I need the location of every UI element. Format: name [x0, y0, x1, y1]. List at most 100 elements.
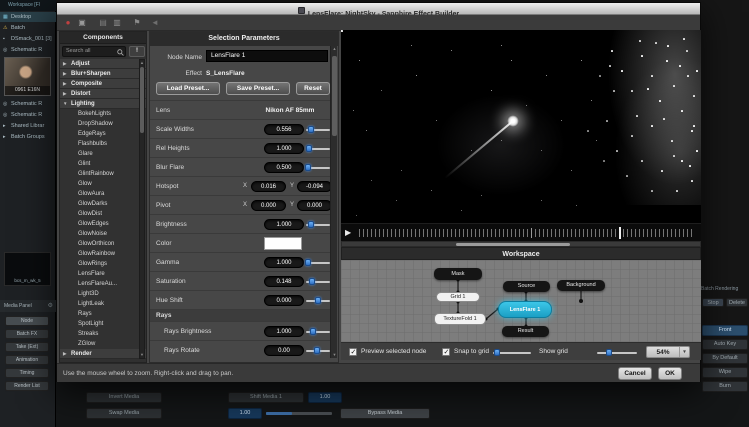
parameters-scrollbar[interactable]: ▲ ▼: [330, 46, 337, 358]
component-item[interactable]: ZGlow: [60, 339, 146, 349]
scroll-down-icon[interactable]: ▼: [140, 352, 144, 358]
clip-thumbnail[interactable]: 0961 E16N: [4, 57, 51, 96]
scale-widths-slider[interactable]: [306, 126, 330, 133]
component-item[interactable]: GlowEdges: [60, 219, 146, 229]
component-item[interactable]: GlowRainbow: [60, 249, 146, 259]
bypass-media-button[interactable]: Bypass Media: [340, 408, 430, 419]
gamma-slider[interactable]: [306, 259, 330, 266]
scale-widths-value[interactable]: 0.556: [264, 124, 304, 135]
swap-media-value[interactable]: 1.00: [228, 408, 262, 419]
zoom-level-dropdown[interactable]: 54%▾: [646, 346, 690, 358]
saturation-slider[interactable]: [306, 278, 330, 285]
gamma-value[interactable]: 1.000: [264, 257, 304, 268]
component-item[interactable]: GlowAura: [60, 189, 146, 199]
component-item[interactable]: BokehLights: [60, 109, 146, 119]
component-item[interactable]: GlowNoise: [60, 229, 146, 239]
component-item[interactable]: EdgeRays: [60, 129, 146, 139]
node-background[interactable]: Background: [557, 280, 605, 291]
component-item[interactable]: Light3D: [60, 289, 146, 299]
open-icon[interactable]: ▤: [97, 15, 109, 31]
category-composite[interactable]: ▶Composite: [60, 79, 146, 89]
category-distort[interactable]: ▶Distort: [60, 89, 146, 99]
timeline-ticks[interactable]: [359, 229, 693, 237]
media-panel-renderlist-button[interactable]: Render List: [5, 381, 49, 391]
scrollbar-thumb[interactable]: [332, 56, 337, 136]
scrollbar-thumb[interactable]: [456, 243, 570, 246]
zoom-slider[interactable]: [597, 349, 637, 356]
rel-heights-value[interactable]: 1.000: [264, 143, 304, 154]
media-panel-batchfx-button[interactable]: Batch FX: [5, 329, 49, 339]
component-item[interactable]: SpotLight: [60, 319, 146, 329]
snap-to-grid-checkbox[interactable]: [442, 348, 450, 356]
media-panel-timing-button[interactable]: Timing: [5, 368, 49, 378]
shift-media-value[interactable]: 1.00: [308, 392, 342, 403]
category-render[interactable]: ▶Render: [60, 349, 146, 359]
node-name-input[interactable]: LensFlare 1: [206, 50, 328, 62]
blur-flare-value[interactable]: 0.500: [264, 162, 304, 173]
brightness-value[interactable]: 1.000: [264, 219, 304, 230]
burn-button[interactable]: Burn: [702, 381, 748, 392]
rays-section-header[interactable]: Rays: [150, 309, 332, 321]
scrollbar-thumb[interactable]: [140, 67, 144, 133]
media-panel-node-button[interactable]: Node: [5, 316, 49, 326]
tree-item[interactable]: ▪DSmack_001 [3]: [0, 34, 56, 44]
workspace-node-canvas[interactable]: Mask Grid 1 TextureFold 1 Source Backgro…: [341, 260, 701, 342]
delete-button[interactable]: Delete: [726, 298, 748, 307]
scroll-up-icon[interactable]: ▲: [140, 60, 144, 66]
clip-thumbnail-2[interactable]: bcs_m_wk_5: [4, 252, 51, 286]
category-lighting[interactable]: ▼Lighting: [60, 99, 146, 109]
rays-rotate-slider[interactable]: [306, 347, 330, 354]
search-input[interactable]: Search all: [62, 46, 126, 57]
ok-button[interactable]: OK: [658, 367, 682, 380]
save-icon[interactable]: ▥: [111, 15, 123, 31]
media-slider[interactable]: [266, 412, 332, 415]
component-item[interactable]: DropShadow: [60, 119, 146, 129]
node-lensflare-selected[interactable]: LensFlare 1: [498, 301, 552, 318]
node-grid[interactable]: Grid 1: [436, 292, 480, 302]
scroll-up-icon[interactable]: ▲: [331, 46, 338, 52]
preview-viewport[interactable]: [341, 30, 701, 223]
rays-rotate-value[interactable]: 0.00: [264, 345, 304, 356]
tree-item[interactable]: ◎Schematic R: [0, 45, 56, 55]
record-icon[interactable]: ●: [62, 15, 74, 31]
front-button[interactable]: Front: [702, 325, 748, 336]
stop-dropdown[interactable]: Stop: [702, 298, 724, 307]
category-adjust[interactable]: ▶Adjust: [60, 59, 146, 69]
component-item[interactable]: Glare: [60, 149, 146, 159]
node-texturefold[interactable]: TextureFold 1: [434, 313, 486, 325]
component-item-lensflare[interactable]: LensFlare: [60, 269, 146, 279]
play-icon[interactable]: ▶: [345, 224, 351, 242]
rays-brightness-value[interactable]: 1.000: [264, 326, 304, 337]
by-default-button[interactable]: By Default: [702, 353, 748, 364]
category-blur-sharpen[interactable]: ▶Blur+Sharpen: [60, 69, 146, 79]
hotspot-x-value[interactable]: 0.016: [251, 181, 286, 192]
wipe-button[interactable]: Wipe: [702, 367, 748, 378]
load-preset-button[interactable]: Load Preset...: [156, 82, 220, 95]
component-item[interactable]: Streaks: [60, 329, 146, 339]
rays-brightness-slider[interactable]: [306, 328, 330, 335]
media-panel-take-button[interactable]: Take (Ext): [5, 342, 49, 352]
invert-media-button[interactable]: Invert Media: [86, 392, 162, 403]
component-item[interactable]: GlowDarks: [60, 199, 146, 209]
node-result[interactable]: Result: [502, 326, 549, 337]
gear-icon[interactable]: ⚙: [48, 300, 53, 312]
tree-item[interactable]: ◎Schematic R: [0, 99, 56, 109]
component-item[interactable]: Glow: [60, 179, 146, 189]
component-item[interactable]: GlintRainbow: [60, 169, 146, 179]
reset-button[interactable]: Reset: [296, 82, 330, 95]
cancel-button[interactable]: Cancel: [618, 367, 652, 380]
component-item[interactable]: LensFlareAu...: [60, 279, 146, 289]
dialog-titlebar[interactable]: LensFlare: NightSky - Sapphire Effect Bu…: [57, 3, 700, 15]
preview-selected-node-checkbox[interactable]: [349, 348, 357, 356]
component-item[interactable]: LightLeak: [60, 299, 146, 309]
playhead[interactable]: [619, 227, 621, 239]
saturation-value[interactable]: 0.148: [264, 276, 304, 287]
swap-media-button[interactable]: Swap Media: [86, 408, 162, 419]
lens-value[interactable]: Nikon AF 85mm: [250, 101, 330, 120]
hotspot-y-value[interactable]: -0.094: [297, 181, 332, 192]
node-source[interactable]: Source: [503, 281, 550, 292]
node-mask[interactable]: Mask: [434, 268, 482, 280]
component-item[interactable]: Flashbulbs: [60, 139, 146, 149]
filter-button[interactable]: ‼: [129, 46, 145, 57]
tree-item[interactable]: ▸Shared Librar: [0, 121, 56, 131]
